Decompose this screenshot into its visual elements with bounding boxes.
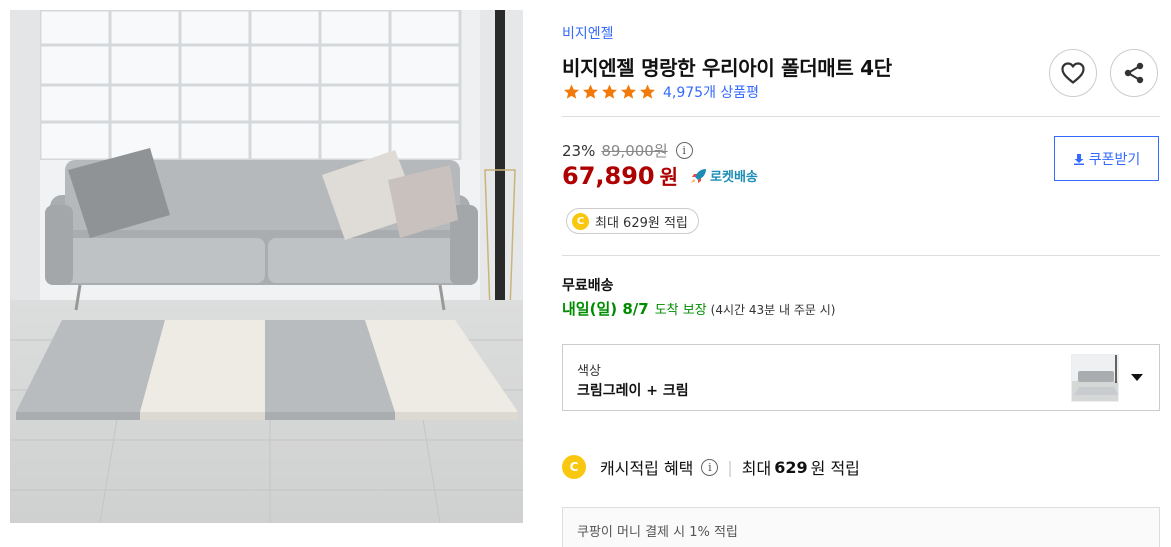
- share-icon: [1124, 62, 1144, 84]
- coupon-download-label: 쿠폰받기: [1088, 151, 1141, 168]
- divider: [562, 116, 1160, 117]
- reward-points-text: 최대 629원 적립: [595, 215, 688, 231]
- coin-icon: C: [572, 212, 589, 230]
- cash-benefit-prefix: 최대: [741, 459, 772, 478]
- wishlist-button[interactable]: [1049, 49, 1097, 97]
- option-thumbnail-image: [1072, 355, 1118, 401]
- shipping-fee-label: 무료배송: [562, 278, 614, 294]
- coupon-download-button[interactable]: 쿠폰받기: [1054, 136, 1159, 181]
- price-row: 67,890 원 로켓배송: [562, 161, 758, 190]
- rocket-delivery-label: 로켓배송: [710, 170, 758, 185]
- rating-row: 4,975개 상품평: [562, 82, 759, 102]
- star-icon: [564, 84, 579, 99]
- rocket-icon: [691, 168, 707, 183]
- heart-icon: [1061, 62, 1085, 84]
- product-image[interactable]: [10, 10, 523, 523]
- star-icon: [602, 84, 617, 99]
- original-price: 89,000원: [601, 142, 668, 160]
- product-info-panel: 비지엔젤 비지엔젤 명랑한 우리아이 폴더매트 4단 4,975개 상품평 23…: [562, 0, 1160, 547]
- discount-rate: 23%: [562, 141, 596, 160]
- star-icon: [640, 84, 655, 99]
- sale-price: 67,890: [562, 161, 655, 190]
- star-icon: [621, 84, 636, 99]
- delivery-guarantee: 도착 보장: [654, 303, 707, 318]
- payment-benefit-box: 쿠팡이 머니 결제 시 1% 적립: [562, 507, 1160, 547]
- product-title: 비지엔젤 명랑한 우리아이 폴더매트 4단: [562, 56, 892, 80]
- cash-benefit-label: 캐시적립 혜택: [600, 459, 694, 478]
- sale-price-unit: 원: [659, 165, 679, 189]
- coin-icon: C: [562, 455, 586, 479]
- option-thumbnail: [1071, 354, 1119, 402]
- separator: |: [727, 457, 733, 477]
- delivery-date: 내일(일) 8/7: [562, 300, 649, 318]
- divider: [562, 255, 1160, 256]
- option-label: 색상: [577, 364, 601, 379]
- rocket-delivery-badge: 로켓배송: [690, 166, 758, 185]
- rating-stars[interactable]: [562, 83, 657, 101]
- chevron-down-icon: [1131, 374, 1143, 381]
- download-icon: [1073, 153, 1084, 165]
- color-option-select[interactable]: 색상 크림그레이 + 크림: [562, 344, 1160, 411]
- info-icon[interactable]: i: [675, 142, 693, 159]
- reward-points-badge: C 최대 629원 적립: [566, 208, 699, 234]
- cash-benefit-row: C 캐시적립 혜택 i | 최대 629 원 적립: [562, 455, 860, 479]
- star-icon: [583, 84, 598, 99]
- share-button[interactable]: [1110, 49, 1158, 97]
- delivery-estimate: 내일(일) 8/7 도착 보장 (4시간 43분 내 주문 시): [562, 298, 835, 319]
- info-icon[interactable]: i: [701, 458, 719, 476]
- brand-link[interactable]: 비지엔젤: [562, 23, 614, 43]
- option-selected-value: 크림그레이 + 크림: [577, 383, 689, 399]
- cash-benefit-suffix: 원 적립: [810, 459, 860, 478]
- product-photo-illustration: [10, 10, 523, 523]
- discount-row: 23% 89,000원 i: [562, 140, 693, 161]
- cash-benefit-amount: 629: [774, 457, 808, 477]
- delivery-order-note: (4시간 43분 내 주문 시): [710, 303, 836, 317]
- review-count-link[interactable]: 4,975개 상품평: [663, 82, 759, 102]
